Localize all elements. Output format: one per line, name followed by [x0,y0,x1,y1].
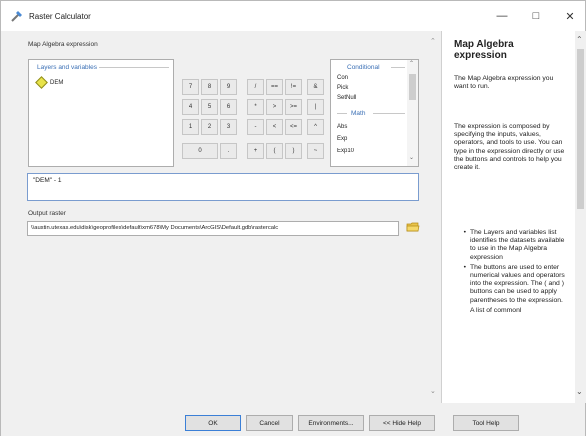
scroll-up-icon[interactable]: ⌃ [576,35,583,44]
key-9[interactable]: 9 [220,79,237,95]
function-pick[interactable]: Pick [337,85,348,91]
key-1[interactable]: 1 [182,119,199,135]
expression-section-label: Map Algebra expression [28,41,98,48]
key-not[interactable]: ~ [307,143,324,159]
scroll-thumb[interactable] [409,74,416,100]
key-multiply[interactable]: * [247,99,264,115]
divider [373,113,405,114]
key-5[interactable]: 5 [201,99,218,115]
function-exp[interactable]: Exp [337,136,347,142]
key-2[interactable]: 2 [201,119,218,135]
maximize-icon[interactable]: □ [521,1,551,31]
help-title: Map Algebra expression [454,39,514,61]
key-7[interactable]: 7 [182,79,199,95]
minimize-icon[interactable]: — [487,1,517,31]
divider [337,113,347,114]
folder-icon[interactable] [406,220,420,234]
layer-item-dem[interactable]: DEM [35,76,64,89]
key-less-equal[interactable]: <= [285,119,302,135]
help-paragraph-1: The Map Algebra expression you want to r… [454,75,554,91]
button-bar: OK Cancel Environments... << Hide Help T… [1,403,585,436]
scroll-up-icon[interactable]: ⌃ [430,37,436,45]
help-paragraph-2: The expression is composed by specifying… [454,123,565,172]
functions-scrollbar[interactable]: ⌃ ⌄ [407,60,418,166]
key-6[interactable]: 6 [220,99,237,115]
key-decimal[interactable]: . [220,143,237,159]
expression-input[interactable]: "DEM" - 1 [27,173,419,201]
scroll-thumb[interactable] [577,49,584,209]
math-header: Math [351,110,366,117]
functions-list[interactable]: Conditional Con Pick SetNull Math Abs Ex… [330,59,419,167]
scroll-up-icon[interactable]: ⌃ [409,60,414,67]
key-close-paren[interactable]: ) [285,143,302,159]
function-abs[interactable]: Abs [337,124,347,130]
key-open-paren[interactable]: ( [266,143,283,159]
key-xor[interactable]: ^ [307,119,324,135]
key-plus[interactable]: + [247,143,264,159]
key-less[interactable]: < [266,119,283,135]
scroll-down-icon[interactable]: ⌄ [430,387,436,395]
environments-button[interactable]: Environments... [298,415,364,431]
key-equal[interactable]: == [266,79,283,95]
key-greater-equal[interactable]: >= [285,99,302,115]
raster-calculator-icon [11,11,22,22]
help-scrollbar[interactable]: ⌃ ⌄ [575,31,586,403]
tool-help-button[interactable]: Tool Help [453,415,519,431]
divider [99,67,169,68]
function-con[interactable]: Con [337,75,348,81]
function-exp10[interactable]: Exp10 [337,148,354,154]
key-4[interactable]: 4 [182,99,199,115]
expression-text: "DEM" - 1 [33,177,62,184]
key-not-equal[interactable]: != [285,79,302,95]
hide-help-button[interactable]: << Hide Help [369,415,435,431]
raster-layer-icon [35,76,48,89]
layers-header: Layers and variables [37,64,97,71]
ok-button[interactable]: OK [185,415,241,431]
cancel-button[interactable]: Cancel [246,415,293,431]
raster-calculator-window: Raster Calculator — □ ✕ Map Algebra expr… [0,0,586,436]
help-bullet-list: • The Layers and variables list identifie… [454,229,566,317]
list-item: A list of commonl [470,306,522,314]
main-pane-scrollbar[interactable]: ⌃ ⌄ [427,31,441,403]
divider [391,67,405,68]
key-or[interactable]: | [307,99,324,115]
output-raster-path: \\austin.utexas.edu\disk\geoprofiles\def… [31,225,279,231]
function-setnull[interactable]: SetNull [337,95,356,101]
key-3[interactable]: 3 [220,119,237,135]
window-title: Raster Calculator [29,11,91,21]
key-divide[interactable]: / [247,79,264,95]
list-item: • The buttons are used to enter numerical… [463,263,565,304]
key-minus[interactable]: - [247,119,264,135]
help-pane: Map Algebra expression The Map Algebra e… [441,31,575,403]
scroll-down-icon[interactable]: ⌄ [409,154,414,161]
layers-and-variables-list[interactable]: Layers and variables DEM [28,59,174,167]
list-item: • The Layers and variables list identifie… [463,229,565,261]
key-0[interactable]: 0 [182,143,218,159]
output-raster-field[interactable]: \\austin.utexas.edu\disk\geoprofiles\def… [27,221,399,236]
key-greater[interactable]: > [266,99,283,115]
conditional-header: Conditional [347,64,380,71]
close-icon[interactable]: ✕ [555,1,585,31]
scroll-down-icon[interactable]: ⌄ [576,387,583,396]
key-and[interactable]: & [307,79,324,95]
layer-label: DEM [50,79,64,86]
key-8[interactable]: 8 [201,79,218,95]
output-raster-label: Output raster [28,210,66,217]
title-bar: Raster Calculator — □ ✕ [1,1,585,31]
